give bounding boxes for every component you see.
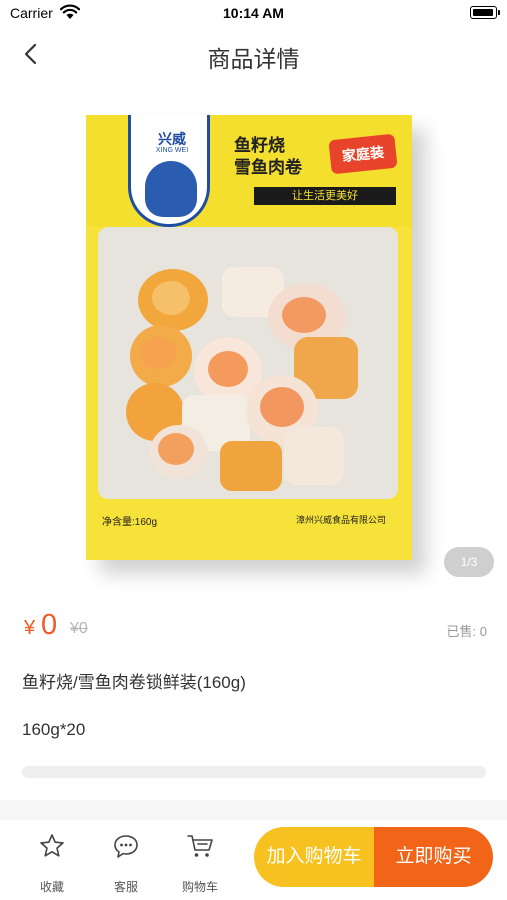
product-package-image: 兴威 XING WEI 鱼籽烧 雪鱼肉卷 家庭装 让生活更美好 净含量:160g…: [86, 115, 412, 560]
original-price: ¥0: [70, 620, 88, 637]
cart-button[interactable]: 购物车: [172, 832, 228, 894]
progress-bar: [22, 766, 486, 778]
package-slogan: 让生活更美好: [254, 187, 396, 205]
fish-roll: [220, 441, 282, 491]
price-currency: ¥: [24, 617, 36, 639]
fish-roll: [284, 427, 344, 485]
current-price: 0: [41, 609, 58, 641]
buy-now-button[interactable]: 立即购买: [374, 827, 493, 887]
customer-service-button[interactable]: 客服: [98, 832, 154, 894]
battery-icon: [470, 6, 500, 19]
fish-roll: [140, 337, 176, 369]
package-badge: 家庭装: [328, 133, 398, 175]
status-bar: Carrier 10:14 AM: [0, 0, 507, 28]
bottom-action-bar: 收藏 客服 购物车 加入购物车 立即购买: [0, 820, 507, 900]
nav-bar: 商品详情: [0, 28, 507, 80]
brand-name: 兴威: [158, 131, 186, 147]
package-maker: 漳州兴威食品有限公司: [296, 515, 387, 525]
fish-roll: [260, 387, 304, 427]
star-icon: [38, 832, 66, 860]
cart-label: 购物车: [181, 880, 218, 894]
fish-roll: [152, 281, 190, 315]
brand-roman: XING WEI: [155, 147, 189, 154]
package-net-weight: 净含量:160g: [102, 517, 158, 528]
page-title: 商品详情: [207, 46, 300, 72]
favorite-button[interactable]: 收藏: [24, 832, 80, 894]
package-footer: 净含量:160g 漳州兴威食品有限公司: [86, 507, 412, 537]
image-page-indicator: 1/3: [444, 547, 494, 577]
product-spec: 160g*20: [22, 720, 86, 739]
fish-roll: [158, 433, 194, 465]
chef-figure: [145, 161, 197, 217]
product-name: 鱼籽烧/雪鱼肉卷锁鲜装(160g): [22, 673, 246, 692]
package-window: [98, 227, 398, 499]
product-image-carousel[interactable]: 兴威 XING WEI 鱼籽烧 雪鱼肉卷 家庭装 让生活更美好 净含量:160g…: [0, 80, 507, 590]
package-product-name: 鱼籽烧 雪鱼肉卷: [234, 136, 302, 177]
fish-roll: [208, 351, 248, 387]
status-time: 10:14 AM: [223, 5, 284, 21]
package-header: 兴威 XING WEI 鱼籽烧 雪鱼肉卷 家庭装 让生活更美好: [86, 115, 412, 227]
section-divider: [0, 800, 507, 820]
brand-logo: 兴威 XING WEI: [128, 115, 210, 227]
chat-bubble-icon: [112, 832, 140, 860]
favorite-label: 收藏: [39, 880, 64, 894]
add-to-cart-button[interactable]: 加入购物车: [254, 827, 374, 887]
sold-count: 已售: 0: [446, 624, 487, 639]
price-row: ¥ 0 ¥0 已售: 0: [0, 605, 507, 649]
service-label: 客服: [113, 880, 138, 894]
shopping-cart-icon: [186, 832, 214, 860]
fish-roll: [282, 297, 326, 333]
